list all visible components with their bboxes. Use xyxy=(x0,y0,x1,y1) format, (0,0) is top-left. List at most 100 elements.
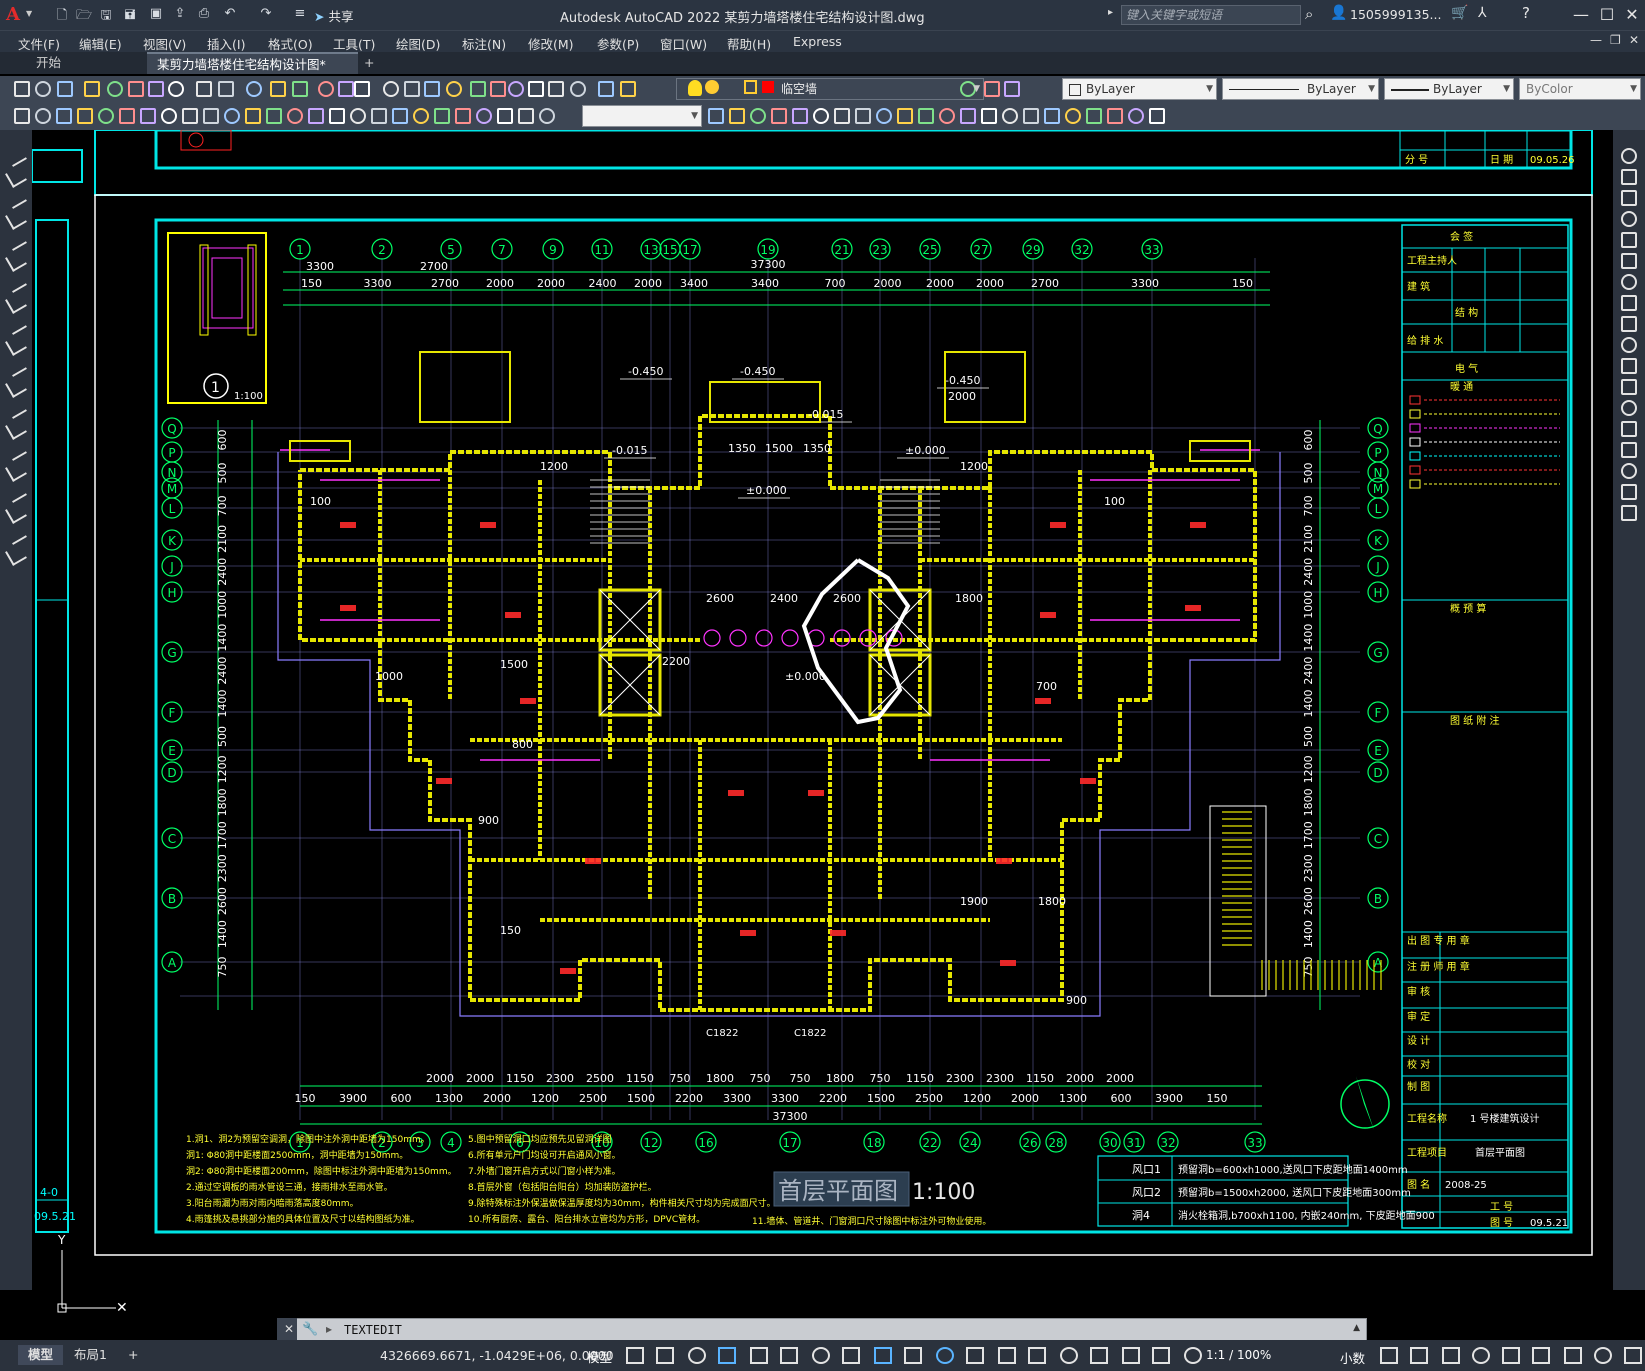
modify-tool-6-icon[interactable] xyxy=(1621,274,1637,290)
tool-5-icon[interactable] xyxy=(119,108,135,124)
status-toggle-3-icon[interactable] xyxy=(718,1347,736,1364)
draw-tool-12-icon[interactable] xyxy=(5,397,27,419)
dimstyle-dropdown[interactable]: ▼ xyxy=(582,105,702,127)
layer-dropdown[interactable]: 临空墙 ▼ xyxy=(676,78,984,100)
drawing-canvas[interactable]: 4-0 09.5.21 分 号 日 期 09.05.26 1 1:100 125… xyxy=(32,130,1613,1330)
modify-tool-9-icon[interactable] xyxy=(1621,337,1637,353)
modify-tool-13-icon[interactable] xyxy=(1621,421,1637,437)
status-toggle-11-icon[interactable] xyxy=(966,1347,984,1364)
copy-icon[interactable] xyxy=(168,81,184,97)
tool-32-icon[interactable] xyxy=(834,108,850,124)
plot-icon[interactable] xyxy=(84,81,100,97)
close-button[interactable]: ✕ xyxy=(1619,4,1645,26)
tool-20-icon[interactable] xyxy=(434,108,450,124)
sheetset-icon[interactable] xyxy=(446,81,462,97)
app-menu-chevron-icon[interactable]: ▼ xyxy=(26,9,34,18)
user-name[interactable]: 1505999135... xyxy=(1350,7,1441,22)
tool-0-icon[interactable] xyxy=(14,108,30,124)
tool-25-icon[interactable] xyxy=(539,108,555,124)
tool-16-icon[interactable] xyxy=(350,108,366,124)
autodesk-app-icon[interactable]: ⅄ xyxy=(1478,5,1487,21)
status-toggle-17-icon[interactable] xyxy=(1152,1347,1170,1364)
tool-42-icon[interactable] xyxy=(1044,108,1060,124)
tab-drawing[interactable]: 某剪力墙塔楼住宅结构设计图* xyxy=(147,52,358,74)
menu-file[interactable]: 文件(F) xyxy=(18,34,60,53)
tool-13-icon[interactable] xyxy=(287,108,303,124)
save-web-icon[interactable]: ⇪ xyxy=(170,6,190,24)
menu-modify[interactable]: 修改(M) xyxy=(528,34,574,53)
lineweight-dropdown[interactable]: ByLayer ▼ xyxy=(1384,78,1514,100)
doc-close-icon[interactable]: ✕ xyxy=(1629,33,1639,47)
tool-33-icon[interactable] xyxy=(855,108,871,124)
tool-28-icon[interactable] xyxy=(750,108,766,124)
tool-17-icon[interactable] xyxy=(371,108,387,124)
tool-36-icon[interactable] xyxy=(918,108,934,124)
draw-tool-3-icon[interactable] xyxy=(5,208,27,230)
status-toggle-5-icon[interactable] xyxy=(780,1347,798,1364)
menu-dimension[interactable]: 标注(N) xyxy=(462,34,506,53)
open-icon[interactable] xyxy=(35,81,51,97)
markup-icon[interactable] xyxy=(470,81,486,97)
modify-tool-16-icon[interactable] xyxy=(1621,484,1637,500)
status-toggle-21-icon[interactable] xyxy=(1442,1347,1460,1364)
linetype-dropdown[interactable]: ByLayer ▼ xyxy=(1222,78,1379,100)
tool-29-icon[interactable] xyxy=(771,108,787,124)
status-toggle-7-icon[interactable] xyxy=(842,1347,860,1364)
modify-tool-8-icon[interactable] xyxy=(1621,316,1637,332)
menu-parametric[interactable]: 参数(P) xyxy=(597,34,639,53)
designcenter-icon[interactable] xyxy=(404,81,420,97)
modify-tool-3-icon[interactable] xyxy=(1621,211,1637,227)
save-icon[interactable] xyxy=(57,81,73,97)
saveas-icon[interactable]: 🖬 xyxy=(120,6,140,24)
status-toggle-26-icon[interactable] xyxy=(1594,1347,1612,1364)
modify-tool-12-icon[interactable] xyxy=(1621,400,1637,416)
layer-prev-icon[interactable] xyxy=(984,81,1000,97)
draw-tool-10-icon[interactable] xyxy=(5,355,27,377)
status-toggle-27-icon[interactable] xyxy=(1624,1347,1642,1364)
tool-47-icon[interactable] xyxy=(1149,108,1165,124)
status-toggle-14-icon[interactable] xyxy=(1060,1347,1078,1364)
tool-38-icon[interactable] xyxy=(960,108,976,124)
tab-start[interactable]: 开始 xyxy=(26,52,136,74)
status-toggle-9-icon[interactable] xyxy=(904,1347,922,1364)
tool-23-icon[interactable] xyxy=(497,108,513,124)
cart-icon[interactable]: 🛒 xyxy=(1451,5,1468,21)
calculator-icon[interactable] xyxy=(508,81,524,97)
tool-11-icon[interactable] xyxy=(245,108,261,124)
draw-tool-4-icon[interactable] xyxy=(5,229,27,251)
draw-tool-17-icon[interactable] xyxy=(5,502,27,524)
coordinate-readout[interactable]: 4326669.6671, -1.0429E+06, 0.0000 xyxy=(380,1348,614,1363)
open-icon[interactable]: 🗁 xyxy=(74,6,94,24)
tool-34-icon[interactable] xyxy=(876,108,892,124)
tool-45-icon[interactable] xyxy=(1107,108,1123,124)
modify-tool-5-icon[interactable] xyxy=(1621,253,1637,269)
plot-icon[interactable]: ⎙ xyxy=(194,6,214,24)
undo-icon[interactable]: ↶ xyxy=(220,6,240,24)
publish-icon[interactable] xyxy=(128,81,144,97)
tool-31-icon[interactable] xyxy=(813,108,829,124)
layer-iso-icon[interactable] xyxy=(1004,81,1020,97)
plan-title[interactable]: 首层平面图 xyxy=(778,1177,898,1205)
annotation-scale[interactable]: 1:1 / 100% xyxy=(1206,1348,1271,1362)
tab-model[interactable]: 模型 xyxy=(18,1345,64,1365)
search-expand-icon[interactable]: ▸ xyxy=(1108,7,1113,18)
properties-icon[interactable] xyxy=(383,81,399,97)
status-toggle-25-icon[interactable] xyxy=(1564,1347,1582,1364)
layer-props-icon[interactable] xyxy=(598,81,614,97)
tool-39-icon[interactable] xyxy=(981,108,997,124)
draw-tool-0-icon[interactable] xyxy=(5,145,27,167)
status-toggle-18-icon[interactable] xyxy=(1184,1347,1202,1364)
plotstyle-dropdown[interactable]: ByColor ▼ xyxy=(1519,78,1641,100)
search-icon[interactable]: ⌕ xyxy=(1305,5,1313,23)
menu-help[interactable]: 帮助(H) xyxy=(727,34,771,53)
cut-icon[interactable] xyxy=(148,81,164,97)
draw-tool-14-icon[interactable] xyxy=(5,439,27,461)
modify-tool-15-icon[interactable] xyxy=(1621,463,1637,479)
menu-draw[interactable]: 绘图(D) xyxy=(396,34,440,53)
tab-add-layout[interactable]: + xyxy=(118,1345,148,1365)
status-toggle-12-icon[interactable] xyxy=(998,1347,1016,1364)
menu-format[interactable]: 格式(O) xyxy=(268,34,313,53)
status-toggle-22-icon[interactable] xyxy=(1472,1347,1490,1364)
modify-tool-10-icon[interactable] xyxy=(1621,358,1637,374)
draw-tool-19-icon[interactable] xyxy=(5,544,27,566)
